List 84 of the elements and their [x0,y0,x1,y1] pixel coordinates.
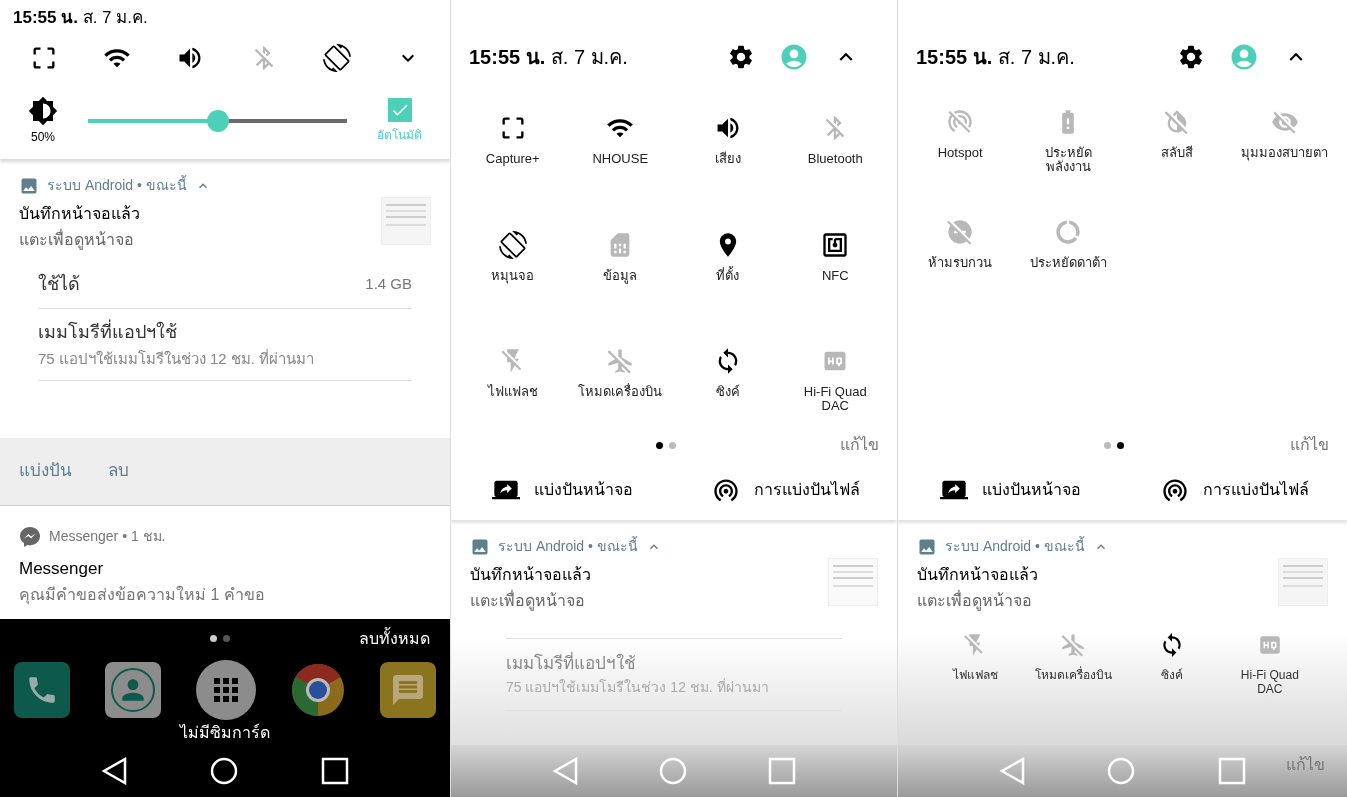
hotspot-off-icon[interactable] [946,108,975,136]
auto-label: อัตโนมัติ [377,126,422,144]
action-button[interactable]: แบ่งปัน [19,458,72,484]
share-button[interactable]: แบ่งปันหน้าจอ [898,476,1123,504]
tile-label: มุมมองสบายตา [1241,146,1329,160]
screenshot-thumbnail [828,558,878,606]
notification-text: แตะเพื่อดูหน้าจอ [917,589,1033,613]
brightness-slider[interactable] [88,110,347,131]
home-icon[interactable] [210,757,238,785]
edit-button[interactable]: แก้ไข [840,433,879,457]
back-icon[interactable] [101,757,128,785]
memory-row-title: ใช้ได้ [38,272,80,296]
clock-date: 15:55 น. ส. 7 ม.ค. [916,45,1076,70]
clock-date: 15:55 น. ส. 7 ม.ค. [13,6,148,29]
settings-icon[interactable] [1177,43,1205,71]
tile-label: ซิงค์ [1160,668,1183,682]
share-button[interactable]: การแบ่งปันไฟล์ [674,476,897,504]
brightness-reading: 50% [31,128,55,146]
notification-title: บันทึกหน้าจอแล้ว [470,565,592,585]
notification-header: ระบบ Android • ขณะนี้ [498,536,638,556]
notification-title: Messenger [19,557,105,580]
clock-date: 15:55 น. ส. 7 ม.ค. [469,45,629,70]
notification-header: ระบบ Android • ขณะนี้ [945,536,1085,556]
tile-label: สลับสี [1160,146,1193,160]
tile-label: เสียง [714,152,741,166]
notification-header: Messenger • 1 ชม. [49,527,166,547]
tile-label: โหมดเครื่องบิน [1034,668,1112,682]
app-drawer-icon[interactable] [196,660,256,720]
data-saver-icon[interactable] [1054,218,1083,246]
tile-label: ซิงค์ [715,385,740,400]
tile-label: Hi-Fi Quad DAC [1240,668,1299,696]
tile-label: ไฟแฟลช [952,668,998,682]
memory-row-title: เมมโมรีที่แอปฯใช้ [506,651,842,677]
notification-text: แตะเพื่อดูหน้าจอ [19,228,135,252]
user-avatar-icon[interactable] [1229,42,1259,72]
clear-all-button[interactable]: ลบทั้งหมด [359,627,430,651]
tile-label: Capture+ [485,152,540,166]
tile-label: ประหยัด พลังงาน [1044,146,1092,174]
tile-label: ประหยัดดาต้า [1029,256,1107,270]
tile-label: หมุนจอ [491,268,535,283]
memory-row-value: 1.4 GB [365,273,412,294]
edit-button[interactable]: แก้ไข [1290,433,1329,457]
tile-label: ที่ตั้ง [716,268,740,283]
recents-icon[interactable] [320,757,349,785]
memory-row-subtitle: 75 แอปฯใช้เมมโมรีในช่วง 12 ชม. ที่ผ่านมา [38,348,316,369]
memory-row-title: เมมโมรีที่แอปฯใช้ [38,318,177,344]
tile-label: ห้ามรบกวน [928,256,993,270]
rotate-icon[interactable] [322,44,351,73]
invert-colors-off-icon[interactable] [1162,108,1191,136]
chat-bubble-icon [19,525,41,548]
tile-label: Hi-Fi Quad DAC [803,385,867,414]
messages-app-icon[interactable] [380,662,436,718]
notification-text: แตะเพื่อดูหน้าจอ [470,589,586,613]
auto-checkbox[interactable] [387,97,412,122]
tile-label: โหมดเครื่องบิน [578,385,663,400]
tile-label: ข้อมูล [603,268,638,283]
rotate-icon[interactable] [498,230,527,259]
tile-label: NHOUSE [592,152,649,166]
sim-status: ไม่มีซิมการ์ด [180,722,270,743]
browser-app-icon[interactable] [291,663,345,717]
airplane-off-icon[interactable] [1060,632,1087,658]
tile-label: ไฟแฟลช [487,385,538,400]
airplane-off-icon[interactable] [606,347,635,376]
tile-label: NFC [821,268,849,283]
notification-header: ระบบ Android • ขณะนี้ [47,175,187,196]
do-not-disturb-off-icon[interactable] [946,218,975,246]
tile-label: Bluetooth [807,152,863,166]
brightness-icon [28,95,58,126]
contacts-app-icon[interactable] [105,662,161,718]
tile-label: Hotspot [937,146,983,160]
slider-thumb[interactable] [206,109,229,132]
share-button[interactable]: แบ่งปันหน้าจอ [451,476,674,504]
screenshot-thumbnail [381,197,431,246]
notification-title: บันทึกหน้าจอแล้ว [19,204,141,225]
notification-text: คุณมีคำขอส่งข้อความใหม่ 1 คำขอ [19,584,266,607]
memory-row-subtitle: 75 แอปฯใช้เมมโมรีในช่วง 12 ชม. ที่ผ่านมา [506,677,770,697]
screenshot-thumbnail [1278,558,1328,606]
settings-icon[interactable] [727,43,755,71]
share-button[interactable]: การแบ่งปันไฟล์ [1122,476,1347,504]
user-avatar-icon[interactable] [779,42,809,72]
action-button[interactable]: ลบ [108,458,129,484]
notification-title: บันทึกหน้าจอแล้ว [917,565,1039,585]
nfc-icon[interactable] [821,230,850,259]
phone-app-icon[interactable] [14,662,70,718]
